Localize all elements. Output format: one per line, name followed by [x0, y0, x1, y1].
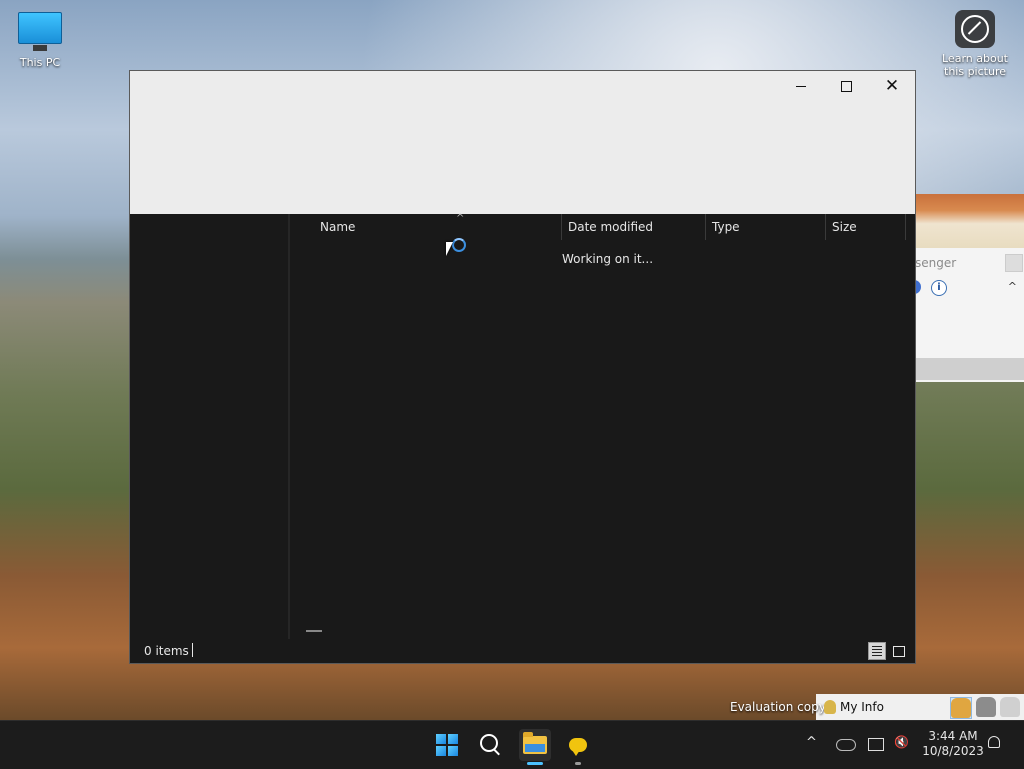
show-hidden-icons-chevron-icon[interactable]: ^ [806, 735, 817, 750]
messenger-close-button[interactable] [1005, 254, 1023, 272]
search-button[interactable] [475, 729, 507, 761]
status-online-icon[interactable] [950, 697, 972, 719]
minimize-icon [796, 85, 806, 87]
tiles-icon [893, 645, 905, 657]
search-icon [480, 734, 498, 752]
desktop-icon-label: This PC [19, 56, 61, 69]
sort-caret-icon: ^ [456, 213, 465, 224]
status-busy-icon[interactable] [976, 697, 996, 717]
clock-date: 10/8/2023 [922, 744, 984, 758]
windows-logo-icon [436, 734, 458, 756]
chat-bubble-icon [569, 738, 587, 756]
wallpaper-houses [912, 194, 1024, 248]
system-clock[interactable]: 3:44 AM 10/8/2023 [918, 729, 988, 759]
maximize-icon [840, 80, 852, 92]
file-explorer-window[interactable]: ✕ ^ Name Date modified Type Size Working… [129, 70, 916, 664]
items-count: 0 items [144, 644, 189, 658]
close-icon: ✕ [884, 75, 900, 96]
navigation-pane[interactable] [130, 214, 290, 639]
desktop-icon-label: Learn about this picture [942, 52, 1008, 78]
working-status-text: Working on it... [562, 252, 654, 266]
mouse-cursor-icon [446, 242, 453, 256]
running-app-indicator [575, 762, 581, 765]
start-button[interactable] [431, 729, 463, 761]
clock-time: 3:44 AM [928, 729, 978, 743]
column-header-name[interactable]: ^ Name [314, 213, 562, 240]
taskbar-messenger[interactable] [562, 729, 594, 761]
notification-bell-icon[interactable] [988, 736, 1000, 748]
messenger-window[interactable]: senger i ^ [911, 248, 1024, 382]
my-info-button[interactable]: My Info [824, 700, 884, 714]
messenger-section-bar [915, 358, 1024, 380]
status-separator [192, 643, 193, 657]
chevron-up-icon[interactable]: ^ [1008, 280, 1017, 293]
taskbar-file-explorer[interactable] [519, 729, 551, 761]
taskbar: ^ 🔇 3:44 AM 10/8/2023 [0, 720, 1024, 769]
buddy-icon [824, 700, 836, 714]
folder-icon [523, 732, 547, 754]
camera-info-icon [955, 10, 995, 48]
network-icon[interactable] [868, 738, 884, 751]
onedrive-icon[interactable] [836, 739, 856, 751]
active-app-indicator [527, 762, 543, 765]
desktop-icon-learn-about-picture[interactable]: Learn about this picture [938, 10, 1012, 78]
column-header-label: Name [320, 220, 356, 234]
details-view-button[interactable] [868, 642, 886, 660]
status-bar: 0 items [130, 639, 915, 663]
my-info-label: My Info [840, 700, 884, 714]
close-button[interactable]: ✕ [869, 71, 915, 101]
messenger-status-icons [950, 697, 1020, 719]
info-icon[interactable]: i [931, 280, 947, 296]
desktop-icon-this-pc[interactable]: This PC [12, 10, 68, 69]
messenger-title: senger [915, 256, 957, 270]
monitor-icon [18, 12, 62, 51]
maximize-button[interactable] [823, 71, 869, 101]
explorer-title-bar: ✕ [130, 71, 915, 214]
volume-muted-icon[interactable]: 🔇 [894, 735, 909, 749]
evaluation-copy-label: Evaluation copy [730, 700, 826, 714]
scrollbar-handle[interactable] [306, 630, 322, 632]
column-header-date-modified[interactable]: Date modified [562, 214, 706, 240]
loading-spinner-icon [452, 238, 466, 252]
minimize-button[interactable] [778, 71, 824, 101]
status-away-icon[interactable] [1000, 697, 1020, 717]
large-icons-view-button[interactable] [890, 642, 908, 660]
messenger-toolbar: i ^ [911, 278, 1024, 300]
column-header-type[interactable]: Type [706, 214, 826, 240]
file-list[interactable]: ^ Name Date modified Type Size Working o… [290, 213, 915, 639]
column-header-size[interactable]: Size [826, 214, 906, 240]
